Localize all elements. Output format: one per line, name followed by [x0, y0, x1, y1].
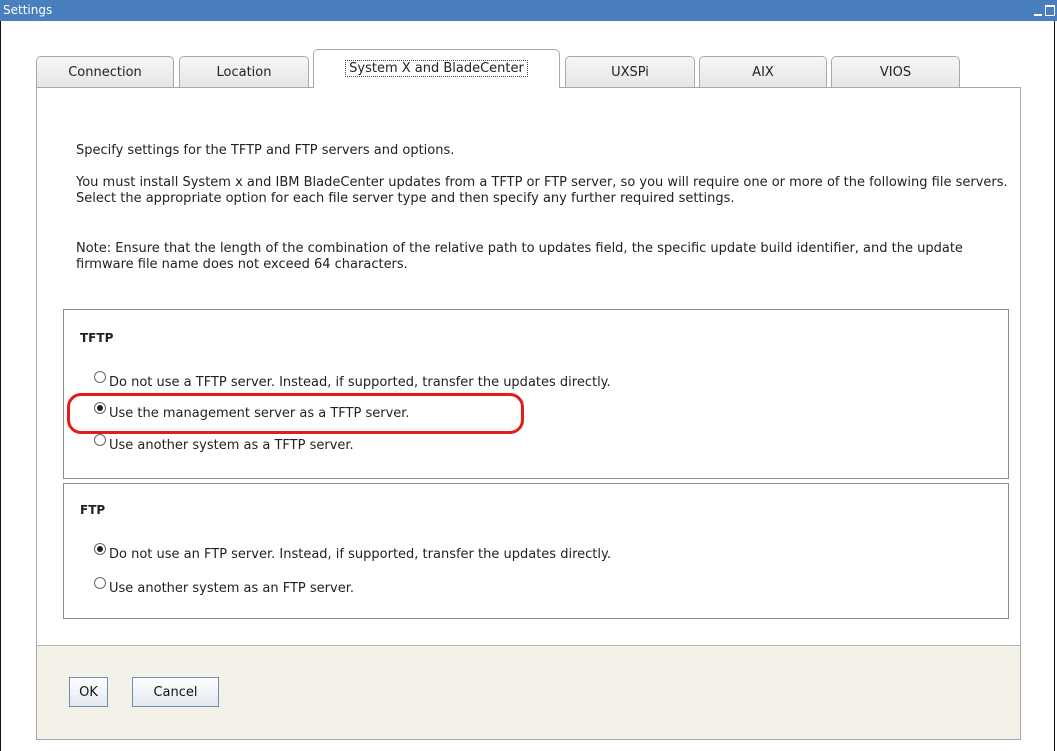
maximize-icon[interactable]: [1045, 5, 1055, 16]
tftp-group: TFTP Do not use a TFTP server. Instead, …: [63, 309, 1009, 479]
ftp-group: FTP Do not use an FTP server. Instead, i…: [63, 483, 1009, 619]
intro-text: Specify settings for the TFTP and FTP se…: [76, 143, 455, 158]
radio-label: Use another system as an FTP server.: [109, 581, 354, 596]
ftp-direct-radio[interactable]: [94, 543, 106, 555]
window-title: Settings: [3, 3, 53, 17]
tftp-direct-radio[interactable]: [94, 371, 106, 383]
tab-system-x-bladecenter[interactable]: System X and BladeCenter: [313, 49, 560, 88]
ok-button[interactable]: OK: [69, 677, 108, 707]
window-controls: [1034, 2, 1055, 19]
tftp-option-direct[interactable]: Do not use a TFTP server. Instead, if su…: [94, 371, 611, 390]
tab-uxspi[interactable]: UXSPi: [565, 56, 695, 88]
ftp-group-title: FTP: [80, 503, 106, 517]
tab-aix[interactable]: AIX: [699, 56, 827, 88]
tab-location[interactable]: Location: [179, 56, 309, 88]
radio-label: Use another system as a TFTP server.: [109, 438, 354, 453]
tab-label: System X and BladeCenter: [345, 60, 528, 77]
tftp-option-another-system[interactable]: Use another system as a TFTP server.: [94, 434, 354, 453]
radio-label: Do not use a TFTP server. Instead, if su…: [109, 375, 611, 390]
tab-label: Location: [216, 65, 272, 80]
cancel-button[interactable]: Cancel: [132, 677, 219, 707]
tab-vios[interactable]: VIOS: [831, 56, 960, 88]
tftp-option-management-server[interactable]: Use the management server as a TFTP serv…: [94, 402, 410, 421]
ftp-another-system-radio[interactable]: [94, 577, 106, 589]
ftp-option-another-system[interactable]: Use another system as an FTP server.: [94, 577, 354, 596]
tftp-management-server-radio[interactable]: [94, 402, 106, 414]
radio-label: Do not use an FTP server. Instead, if su…: [109, 547, 611, 562]
tab-label: VIOS: [879, 65, 912, 80]
intro-requirement-text: You must install System x and IBM BladeC…: [76, 175, 1008, 206]
radio-label: Use the management server as a TFTP serv…: [109, 406, 410, 421]
window-border-right: [1054, 21, 1055, 751]
tab-label: UXSPi: [611, 65, 649, 80]
ftp-option-direct[interactable]: Do not use an FTP server. Instead, if su…: [94, 543, 611, 562]
tab-label: AIX: [752, 65, 774, 80]
tftp-another-system-radio[interactable]: [94, 434, 106, 446]
minimize-icon[interactable]: [1034, 13, 1042, 16]
intro-note-text: Note: Ensure that the length of the comb…: [76, 241, 963, 272]
window-border-left: [0, 21, 1, 751]
dialog-footer: OK Cancel: [36, 645, 1021, 740]
window-titlebar: Settings: [0, 0, 1057, 21]
tftp-group-title: TFTP: [80, 331, 114, 345]
tab-label: Connection: [68, 65, 142, 80]
tab-connection[interactable]: Connection: [36, 56, 174, 88]
